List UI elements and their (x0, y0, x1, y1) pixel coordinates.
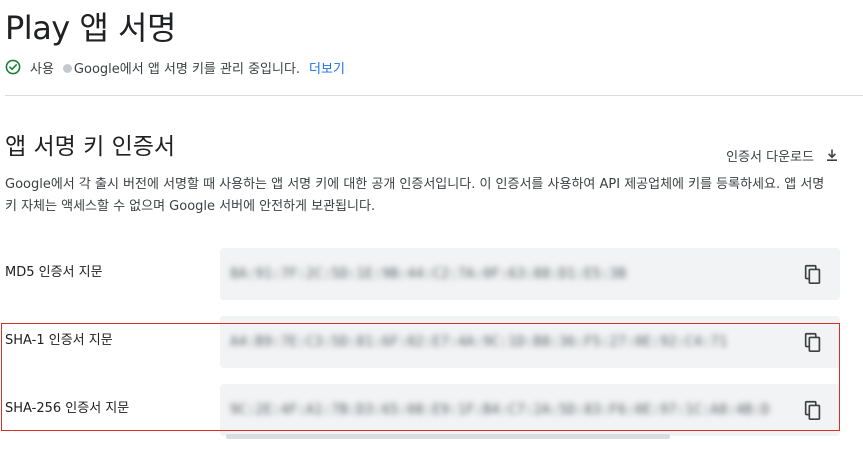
md5-label: MD5 인증서 지문 (5, 265, 103, 280)
download-certificate-button[interactable]: 인증서 다운로드 (726, 144, 840, 166)
section-title: 앱 서명 키 인증서 (5, 134, 176, 160)
sha256-value-field: 9C:2E:4F:A1:7B:D3:65:08:E9:1F:B4:C7:2A:5… (220, 384, 840, 436)
divider (5, 95, 863, 96)
learn-more-link[interactable]: 더보기 (309, 58, 345, 77)
sha256-label: SHA-256 인증서 지문 (5, 401, 130, 416)
section-description: Google에서 각 출시 버전에 서명할 때 사용하는 앱 서명 키에 대한 … (5, 177, 825, 214)
download-icon (827, 149, 837, 161)
sha1-value: A4:B9:7E:C3:5D:81:6F:02:E7:4A:9C:1D:B8:3… (230, 334, 728, 350)
sha1-value-field: A4:B9:7E:C3:5D:81:6F:02:E7:4A:9C:1D:B8:3… (220, 316, 840, 368)
check-circle-icon (5, 59, 21, 75)
sha256-value: 9C:2E:4F:A1:7B:D3:65:08:E9:1F:B4:C7:2A:5… (230, 402, 770, 418)
status-label: 사용 (30, 61, 54, 77)
md5-value: 8A:91:7F:2C:5D:1E:9B:44:C2:7A:0F:63:88:D… (230, 266, 627, 282)
status-dot (62, 64, 72, 73)
download-certificate-label: 인증서 다운로드 (726, 149, 814, 165)
status-message: Google에서 앱 서명 키를 관리 중입니다. (73, 61, 301, 77)
copy-icon[interactable] (802, 263, 824, 285)
copy-icon[interactable] (802, 399, 824, 421)
horizontal-scrollbar[interactable] (226, 434, 670, 439)
status-row: 사용 Google에서 앱 서명 키를 관리 중입니다. 더보기 (5, 57, 345, 77)
sha1-label: SHA-1 인증서 지문 (5, 333, 113, 348)
copy-icon[interactable] (802, 331, 824, 353)
page-title: Play 앱 서명 (5, 9, 176, 47)
md5-value-field: 8A:91:7F:2C:5D:1E:9B:44:C2:7A:0F:63:88:D… (220, 248, 840, 300)
